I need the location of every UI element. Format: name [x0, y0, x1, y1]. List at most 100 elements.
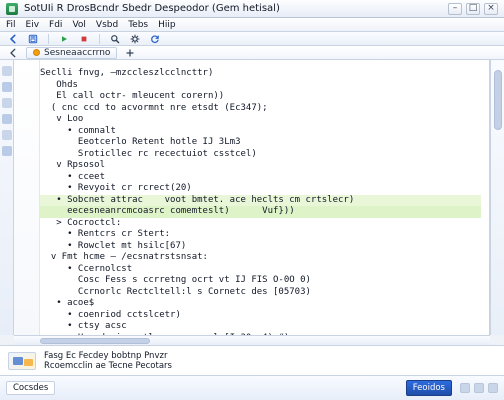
menu-edit[interactable]: Eiv — [26, 20, 40, 30]
panel-line-1: Fasg Ec Fecdey bobtnp Pnvzr — [44, 350, 168, 361]
menu-view[interactable]: Vol — [72, 20, 85, 30]
left-tool-icon[interactable] — [2, 130, 12, 140]
tab-label: Sesneaaccrrno — [44, 47, 111, 58]
code-line[interactable]: -Seclli fnvg, —mzccleszlcclncttr) — [40, 68, 481, 80]
code-line[interactable]: - ( cnc ccd to acvormnt nre etsdt (Ec347… — [40, 103, 481, 115]
status-mini-icons — [460, 383, 498, 393]
menu-file[interactable]: Fil — [6, 20, 16, 30]
vertical-scrollbar[interactable] — [490, 60, 504, 335]
code-text: • Ccernolcst — [40, 263, 133, 274]
maximize-button[interactable]: □ — [466, 2, 480, 15]
code-text: • coenriod cctslcetr) — [40, 309, 181, 320]
minimize-button[interactable]: – — [448, 2, 462, 15]
code-line[interactable]: Sroticllec rc recectuiot csstcel) — [40, 149, 481, 161]
code-text: > Cocroctcl: — [40, 217, 122, 228]
panel-preview-image — [8, 351, 36, 370]
panel-line-2: Rcoemcclin ae Tecne Pecotars — [44, 360, 172, 371]
title-bar: SotUIi R DrosBcndr Sbedr Despeodor (Gem … — [0, 0, 504, 18]
status-right: Feoidos — [405, 380, 498, 396]
code-text: Ccrnorlc Rectcltell:l s Cornetc des [057… — [40, 286, 311, 297]
menu-tools[interactable]: Tebs — [128, 20, 148, 30]
left-tool-icon[interactable] — [2, 146, 12, 156]
gutter — [14, 60, 40, 335]
code-line[interactable]: Eeotcerlo Retent hotle IJ 3Lm3 — [40, 137, 481, 149]
settings-icon[interactable] — [128, 33, 142, 45]
code-line[interactable]: • Rentcrs cr Stert: — [40, 229, 481, 241]
nav-back-icon[interactable] — [6, 47, 20, 59]
code-line[interactable]: Ccrnorlc Rectcltell:l s Cornetc des [057… — [40, 287, 481, 299]
run-icon[interactable] — [57, 33, 71, 45]
code-line[interactable]: • Sobcnet attrac voot bmtet. ace heclts … — [40, 194, 481, 206]
close-button[interactable]: × — [484, 2, 498, 15]
tab-active[interactable]: Sesneaaccrrno — [26, 46, 118, 59]
window-title: SotUIi R DrosBcndr Sbedr Despeodor (Gem … — [24, 3, 280, 14]
code-line[interactable]: v v Fmt hcme — /ecsnatrstsnsat: — [40, 252, 481, 264]
app-icon — [6, 2, 18, 15]
document-tabs-bar: Sesneaaccrrno — [0, 46, 504, 60]
code-text: v Rpsosol — [40, 160, 106, 170]
horizontal-scroll-thumb[interactable] — [40, 338, 150, 344]
code-text: • acoe$ — [40, 298, 95, 308]
left-tool-icon[interactable] — [2, 82, 12, 92]
menu-find[interactable]: Fdi — [49, 20, 62, 30]
vertical-scroll-thumb[interactable] — [494, 70, 502, 130]
refresh-icon[interactable] — [148, 33, 162, 45]
code-line[interactable]: v v Loo — [40, 114, 481, 126]
unsaved-dot-icon — [33, 49, 40, 56]
menu-bar: Fil Eiv Fdi Vol Vsbd Tebs Hiip — [0, 18, 504, 32]
status-badge: Feoidos — [405, 380, 452, 396]
code-text: • cceet — [40, 171, 106, 182]
tab-add-icon[interactable] — [123, 47, 137, 59]
left-toolstrip — [0, 60, 14, 335]
menu-help[interactable]: Hiip — [158, 20, 175, 30]
code-line[interactable]: eecesneanrcmcoasrc comemteslt) Vuf})) — [40, 206, 481, 218]
code-editor[interactable]: -Seclli fnvg, —mzccleszlcclncttr) Ohds- … — [14, 60, 490, 335]
status-icon — [474, 383, 484, 393]
code-line[interactable]: • coenriod cctslcetr) — [40, 310, 481, 322]
code-text: • ctsy acsc — [40, 321, 127, 331]
toolbar-separator — [48, 33, 49, 44]
code-line[interactable]: Cosc Fess s ccrretng ocrt vt IJ FIS O-0O… — [40, 275, 481, 287]
code-line[interactable]: > > Cocroctcl: — [40, 218, 481, 230]
code-line[interactable]: v v Rpsosol — [40, 160, 481, 172]
window-controls: – □ × — [448, 2, 498, 15]
code-text: • Rentcrs cr Stert: — [40, 229, 171, 239]
code-line[interactable]: • acoe$ — [40, 298, 481, 310]
toolbar — [0, 32, 504, 46]
code-lines[interactable]: -Seclli fnvg, —mzccleszlcclncttr) Ohds- … — [40, 68, 481, 335]
code-text: • comnalt — [40, 125, 116, 136]
code-line[interactable]: • comnalt — [40, 126, 481, 138]
code-line[interactable]: • ctsy acsc — [40, 321, 481, 333]
status-left: Cocsdes — [6, 381, 56, 395]
code-text: Seclli fnvg, —mzccleszlcclncttr) — [40, 68, 214, 78]
horizontal-scrollbar[interactable] — [14, 335, 490, 345]
code-text: v Loo — [40, 114, 84, 124]
code-text: • Revyoit cr rcrect(20) — [40, 183, 192, 193]
code-text: • Rowclet mt hsilc[67) — [40, 240, 187, 251]
back-icon[interactable] — [6, 33, 20, 45]
code-text: v Fmt hcme — /ecsnatrstsnsat: — [40, 252, 208, 262]
status-icon — [488, 383, 498, 393]
code-line[interactable]: • Rowclet mt hsilc[67) — [40, 241, 481, 253]
search-icon[interactable] — [108, 33, 122, 45]
left-tool-icon[interactable] — [2, 66, 12, 76]
stop-icon[interactable] — [77, 33, 91, 45]
code-line[interactable]: - El call octr- mleucent corern)) — [40, 91, 481, 103]
output-panel: Fasg Ec Fecdey bobtnp Pnvzr Rcoemcclin a… — [0, 345, 504, 375]
save-icon[interactable] — [26, 33, 40, 45]
app-window: SotUIi R DrosBcndr Sbedr Despeodor (Gem … — [0, 0, 504, 400]
menu-build[interactable]: Vsbd — [96, 20, 118, 30]
code-text: eecesneanrcmcoasrc comemteslt) Vuf})) — [40, 206, 295, 216]
panel-text-block: Fasg Ec Fecdey bobtnp Pnvzr Rcoemcclin a… — [44, 351, 172, 371]
status-bar: Cocsdes Feoidos — [0, 375, 504, 400]
code-line[interactable]: Ohds — [40, 80, 481, 92]
left-tool-icon[interactable] — [2, 98, 12, 108]
code-text: • Sobcnet attrac voot bmtet. ace heclts … — [40, 194, 355, 205]
code-line[interactable]: • Revyoit cr rcrect(20) — [40, 183, 481, 195]
code-text: Eeotcerlo Retent hotle IJ 3Lm3 — [40, 137, 241, 147]
left-tool-icon[interactable] — [2, 114, 12, 124]
code-line[interactable]: • cceet — [40, 172, 481, 184]
code-text: Cosc Fess s ccrretng ocrt vt IJ FIS O-0O… — [40, 275, 311, 285]
code-line[interactable]: • Ccernolcst — [40, 264, 481, 276]
code-text: El call octr- mleucent corern)) — [40, 91, 225, 101]
